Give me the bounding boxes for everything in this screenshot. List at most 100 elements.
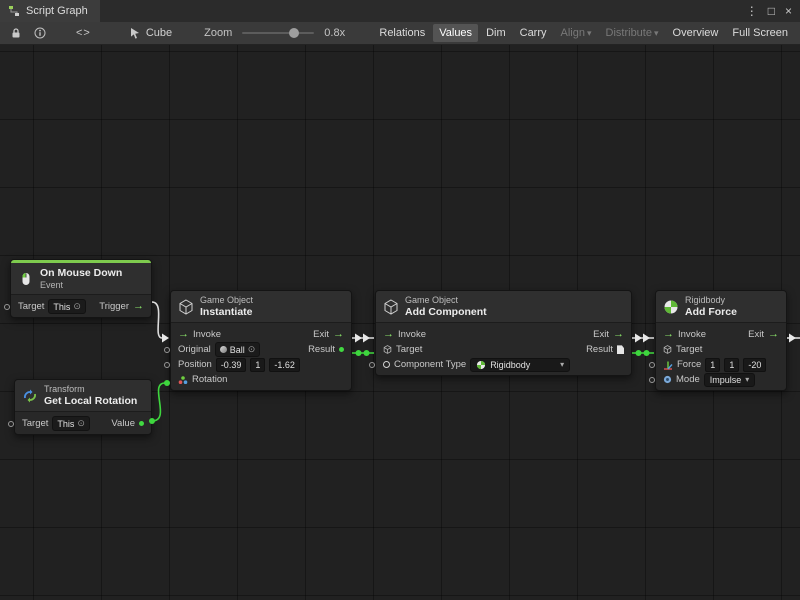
force-z-field[interactable]: -20	[743, 358, 766, 372]
toolbar-button-relations[interactable]: Relations	[373, 24, 431, 42]
port-label: Result	[308, 344, 335, 355]
port-label: Trigger	[99, 301, 129, 312]
toolbar-button-dim[interactable]: Dim	[480, 24, 512, 42]
position-y-field[interactable]: 1	[250, 358, 265, 372]
input-port-mode[interactable]	[649, 377, 655, 383]
input-port-force[interactable]	[649, 362, 655, 368]
chevron-down-icon: ▾	[745, 375, 749, 384]
position-z-field[interactable]: -1.62	[269, 358, 300, 372]
output-port-exit[interactable]: →	[333, 329, 344, 340]
force-mode-icon	[663, 375, 672, 384]
target-picker-icon: ⊙	[73, 301, 81, 312]
force-mode-dropdown[interactable]: Impulse ▾	[704, 373, 756, 387]
node-add-force[interactable]: Rigidbody Add Force → Invoke Exit → Tar	[655, 290, 787, 391]
node-instantiate[interactable]: Game Object Instantiate → Invoke Exit → …	[170, 290, 352, 391]
object-picker-ball[interactable]: Ball ⊙	[215, 342, 261, 357]
axes-icon	[178, 375, 188, 385]
chevron-down-icon: ▾	[654, 28, 659, 38]
port-label: Rotation	[192, 374, 227, 385]
input-port-invoke[interactable]: →	[178, 329, 189, 340]
code-view-icon[interactable]: <>	[76, 25, 91, 41]
port-label: Exit	[748, 329, 764, 340]
window-menu-icon[interactable]: ⋮	[746, 4, 758, 18]
port-label: Target	[22, 418, 48, 429]
component-type-dropdown[interactable]: Rigidbody ▾	[470, 358, 570, 372]
port-row-target: Target This ⊙ Trigger →	[11, 299, 151, 314]
force-y-field[interactable]: 1	[724, 358, 739, 372]
port-row-position: Position -0.39 1 -1.62	[171, 357, 351, 372]
port-label: Value	[111, 418, 135, 429]
node-title: Add Component	[405, 306, 487, 319]
lock-icon[interactable]	[10, 25, 22, 41]
input-port-component-type[interactable]	[369, 362, 375, 368]
gameobject-icon	[383, 345, 392, 354]
target-picker-icon: ⊙	[77, 418, 85, 429]
graph-toolbar: <> Cube Zoom 0.8x Relations Values Dim C…	[0, 22, 800, 45]
input-port-original[interactable]	[164, 347, 170, 353]
port-label: Component Type	[394, 359, 466, 370]
context-label: Cube	[146, 27, 172, 39]
pointer-icon	[129, 25, 141, 41]
component-type-value: Rigidbody	[490, 360, 530, 370]
info-icon[interactable]	[34, 25, 46, 41]
output-port-value[interactable]	[139, 421, 144, 426]
object-picker-value: This	[53, 302, 70, 312]
tab-script-graph[interactable]: Script Graph	[0, 0, 100, 22]
node-title: Add Force	[685, 306, 737, 319]
node-header[interactable]: Transform Get Local Rotation	[15, 380, 151, 412]
maximize-icon[interactable]: □	[768, 4, 775, 18]
output-port-result[interactable]	[339, 347, 344, 352]
zoom-slider[interactable]	[242, 32, 314, 34]
object-picker-this[interactable]: This ⊙	[48, 299, 86, 314]
port-row-target: Target This ⊙ Value	[15, 416, 151, 431]
port-label: Target	[18, 301, 44, 312]
object-picker-this[interactable]: This ⊙	[52, 416, 90, 431]
port-row-force: Force 1 1 -20	[656, 357, 786, 372]
node-category: Transform	[44, 384, 137, 395]
target-picker-icon: ⊙	[248, 344, 256, 355]
port-row-mode: Mode Impulse ▾	[656, 372, 786, 387]
node-header[interactable]: On Mouse Down Event	[11, 263, 151, 295]
port-row-invoke: → Invoke Exit →	[376, 327, 631, 342]
close-icon[interactable]: ×	[785, 4, 792, 18]
axes-icon	[663, 360, 673, 370]
node-on-mouse-down[interactable]: On Mouse Down Event Target This ⊙ Trigge…	[10, 259, 152, 318]
input-port-invoke[interactable]: →	[383, 329, 394, 340]
port-label: Result	[586, 344, 613, 355]
node-title: On Mouse Down	[40, 267, 122, 280]
port-label: Invoke	[193, 329, 221, 340]
node-category: Game Object	[200, 295, 253, 306]
input-port-target[interactable]	[4, 304, 10, 310]
output-port-result-icon[interactable]	[617, 345, 624, 354]
node-add-component[interactable]: Game Object Add Component → Invoke Exit …	[375, 290, 632, 376]
port-row-invoke: → Invoke Exit →	[171, 327, 351, 342]
title-bar: Script Graph ⋮ □ ×	[0, 0, 800, 22]
chevron-down-icon: ▾	[560, 360, 564, 369]
node-header[interactable]: Game Object Instantiate	[171, 291, 351, 323]
input-port-position[interactable]	[164, 362, 170, 368]
toolbar-button-carry[interactable]: Carry	[514, 24, 553, 42]
force-x-field[interactable]: 1	[705, 358, 720, 372]
toolbar-button-overview[interactable]: Overview	[667, 24, 725, 42]
position-x-field[interactable]: -0.39	[216, 358, 247, 372]
port-label: Invoke	[398, 329, 426, 340]
rigidbody-icon	[663, 299, 679, 315]
node-get-local-rotation[interactable]: Transform Get Local Rotation Target This…	[14, 379, 152, 435]
input-port-target[interactable]	[8, 421, 14, 427]
port-row-rotation: Rotation	[171, 372, 351, 387]
output-port-exit[interactable]: →	[768, 329, 779, 340]
zoom-slider-handle[interactable]	[289, 28, 299, 38]
context-breadcrumb[interactable]: Cube	[129, 25, 172, 41]
toolbar-button-fullscreen[interactable]: Full Screen	[726, 24, 794, 42]
toolbar-button-values[interactable]: Values	[433, 24, 478, 42]
output-port-exit[interactable]: →	[613, 329, 624, 340]
input-port-invoke[interactable]: →	[663, 329, 674, 340]
graph-canvas[interactable]: On Mouse Down Event Target This ⊙ Trigge…	[0, 45, 800, 600]
node-header[interactable]: Game Object Add Component	[376, 291, 631, 323]
rigidbody-icon	[476, 360, 486, 370]
toolbar-button-align: Align▾	[555, 24, 598, 42]
node-header[interactable]: Rigidbody Add Force	[656, 291, 786, 323]
output-port-trigger[interactable]: →	[133, 301, 144, 312]
port-row-target: Target Result	[376, 342, 631, 357]
mouse-icon	[18, 271, 34, 287]
